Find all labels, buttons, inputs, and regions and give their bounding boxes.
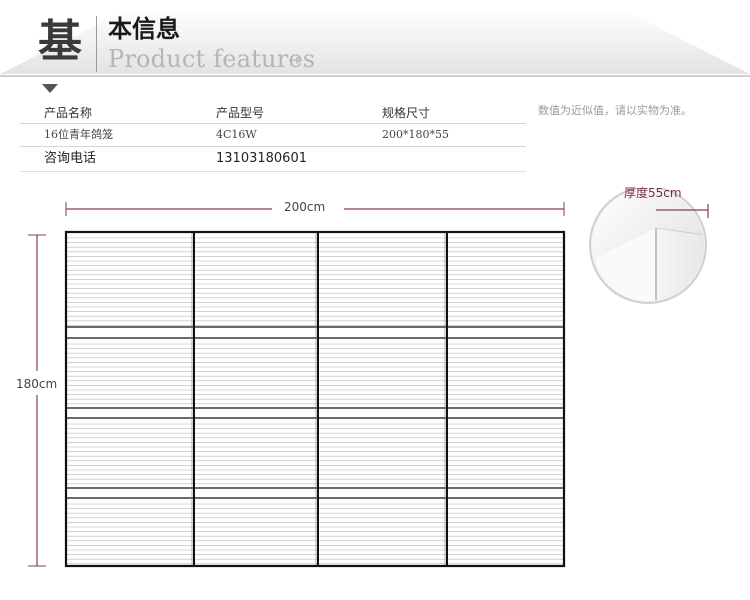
product-info-table: 产品名称 产品型号 规格尺寸 16位青年鸽笼 4C16W 200*180*55 … (20, 103, 526, 172)
product-model: 4C16W (216, 128, 257, 141)
table-header-row: 产品名称 产品型号 规格尺寸 (20, 103, 526, 124)
cage-grid (64, 230, 566, 568)
width-label: 200cm (284, 199, 326, 215)
section-title: 本信息 (108, 15, 180, 43)
contact-row: 咨询电话 13103180601 (20, 147, 526, 171)
triangle-down-icon (42, 84, 58, 93)
section-header: 基 本信息 Product features ▸ (0, 0, 750, 100)
approximate-values-note: 数值为近似值，请以实物为准。 (538, 104, 692, 117)
column-header-model: 产品型号 (216, 106, 265, 120)
column-header-name: 产品名称 (44, 106, 93, 120)
dimension-drawing (28, 188, 709, 568)
depth-label: 厚度55cm (624, 186, 682, 200)
product-name: 16位青年鸽笼 (44, 128, 113, 141)
header-divider (96, 16, 97, 72)
header-icon-char: 基 (38, 16, 82, 67)
column-header-size: 规格尺寸 (382, 106, 431, 120)
product-size: 200*180*55 (382, 128, 449, 141)
depth-zoom-circle (589, 188, 709, 304)
contact-label: 咨询电话 (44, 151, 97, 166)
height-dimension (28, 234, 46, 567)
table-row: 16位青年鸽笼 4C16W 200*180*55 (20, 124, 526, 147)
section-subtitle: Product features (108, 45, 316, 73)
arrow-right-icon: ▸ (296, 52, 304, 68)
contact-phone: 13103180601 (216, 151, 307, 166)
height-label: 180cm (16, 376, 58, 392)
